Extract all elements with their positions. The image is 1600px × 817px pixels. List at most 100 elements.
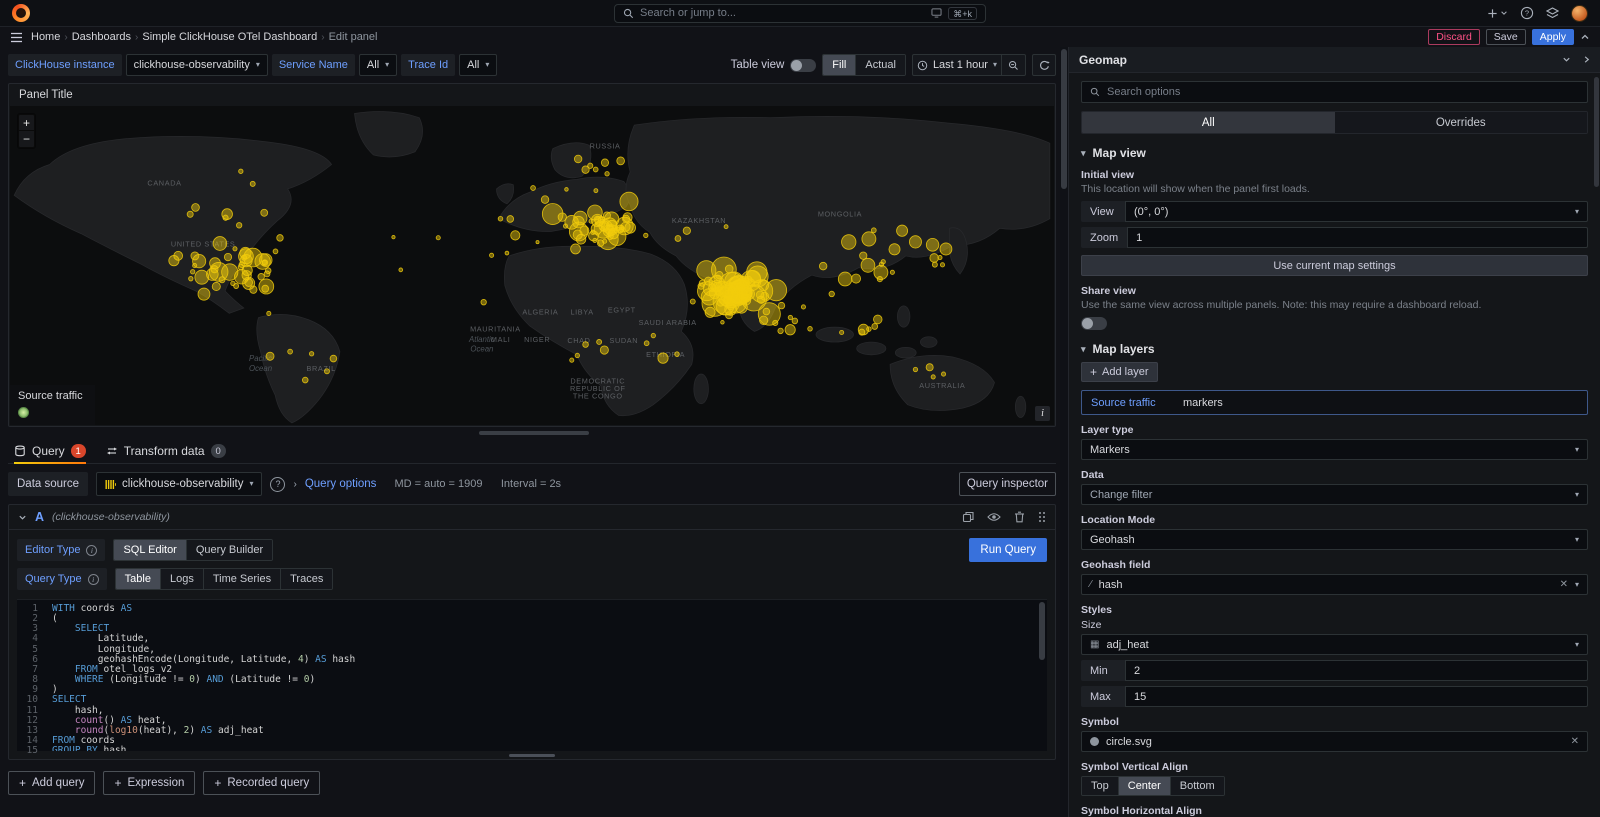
clickhouse-instance-select[interactable]: clickhouse-observability ▾ <box>126 54 268 76</box>
map-marker[interactable] <box>625 222 636 233</box>
map-marker[interactable] <box>266 352 274 360</box>
map-marker[interactable] <box>563 224 567 228</box>
map-marker[interactable] <box>236 223 241 229</box>
map-marker[interactable] <box>819 262 827 270</box>
share-view-toggle[interactable] <box>1081 317 1107 330</box>
map-marker[interactable] <box>675 352 680 357</box>
map-marker[interactable] <box>909 236 921 248</box>
map-marker[interactable] <box>930 254 939 263</box>
hide-response-icon[interactable] <box>987 512 1001 522</box>
map-marker[interactable] <box>594 216 601 223</box>
map-marker[interactable] <box>589 219 593 223</box>
map-marker[interactable] <box>926 238 939 251</box>
map-marker[interactable] <box>729 277 740 289</box>
valign-top[interactable]: Top <box>1082 777 1119 795</box>
map-marker[interactable] <box>606 225 617 236</box>
map-marker[interactable] <box>224 253 231 260</box>
map-marker[interactable] <box>867 327 872 332</box>
map-marker[interactable] <box>690 299 695 304</box>
map-marker[interactable] <box>889 244 900 255</box>
map-marker[interactable] <box>330 355 337 362</box>
map-marker[interactable] <box>601 159 608 166</box>
query-type-timeseries[interactable]: Time Series <box>204 569 281 589</box>
map-marker[interactable] <box>890 270 894 274</box>
map-marker[interactable] <box>872 323 878 329</box>
query-builder-option[interactable]: Query Builder <box>187 540 272 560</box>
panel-title[interactable]: Panel Title <box>9 84 1055 106</box>
map-marker[interactable] <box>605 172 609 176</box>
grafana-logo-icon[interactable] <box>12 4 30 22</box>
map-marker[interactable] <box>277 235 283 242</box>
valign-center[interactable]: Center <box>1119 777 1171 795</box>
map-marker[interactable] <box>198 288 210 300</box>
datasource-help-icon[interactable]: ? <box>270 477 285 492</box>
map-marker[interactable] <box>852 274 861 283</box>
map-marker[interactable] <box>558 213 566 222</box>
min-input[interactable]: 2 <box>1125 660 1588 681</box>
tab-query[interactable]: Query 1 <box>14 444 86 463</box>
map-marker[interactable] <box>785 325 795 335</box>
max-input[interactable]: 15 <box>1125 686 1588 707</box>
map-marker[interactable] <box>617 157 625 165</box>
map-marker[interactable] <box>808 326 813 331</box>
clear-icon[interactable]: ✕ <box>1560 579 1568 590</box>
sql-editor[interactable]: 123456789101112131415 WITH coords AS( SE… <box>17 599 1047 751</box>
map-marker[interactable] <box>575 353 579 357</box>
map-marker[interactable] <box>861 258 875 272</box>
map-marker[interactable] <box>187 211 193 217</box>
map-marker[interactable] <box>871 228 876 233</box>
map-marker[interactable] <box>743 294 751 302</box>
map-marker[interactable] <box>324 369 329 374</box>
map-marker[interactable] <box>859 329 865 335</box>
query-options-link[interactable]: Query options <box>305 478 377 490</box>
map-marker[interactable] <box>715 287 724 296</box>
map-marker[interactable] <box>838 272 852 286</box>
map-marker[interactable] <box>261 209 268 216</box>
map-marker[interactable] <box>651 333 655 337</box>
map-marker[interactable] <box>716 271 723 278</box>
map-marker[interactable] <box>582 166 589 173</box>
chevron-down-icon[interactable] <box>18 513 27 522</box>
editor-resize-handle[interactable] <box>9 751 1055 759</box>
map-marker[interactable] <box>212 282 220 290</box>
map-marker[interactable] <box>721 320 725 324</box>
geohash-field-select[interactable]: ∕ hash ✕ ▾ <box>1081 574 1588 595</box>
hamburger-menu-icon[interactable] <box>10 32 23 43</box>
map-marker[interactable] <box>725 265 733 273</box>
breadcrumb-home[interactable]: Home <box>31 31 60 43</box>
map-marker[interactable] <box>873 315 882 324</box>
map-marker[interactable] <box>589 231 599 241</box>
map-marker[interactable] <box>773 320 778 325</box>
map-marker[interactable] <box>759 316 767 325</box>
map-marker[interactable] <box>288 349 293 354</box>
map-marker[interactable] <box>756 291 764 299</box>
discard-button[interactable]: Discard <box>1428 29 1480 45</box>
map-marker[interactable] <box>243 277 255 289</box>
table-view-toggle[interactable] <box>790 59 816 72</box>
map-marker[interactable] <box>788 315 792 319</box>
map-zoom-in-button[interactable]: + <box>19 115 34 131</box>
map-marker[interactable] <box>724 225 728 229</box>
query-type-table[interactable]: Table <box>116 569 161 589</box>
map-marker[interactable] <box>658 353 668 363</box>
map-marker[interactable] <box>683 227 690 234</box>
map-marker[interactable] <box>941 372 945 376</box>
map-marker[interactable] <box>244 248 262 267</box>
map-marker[interactable] <box>302 377 308 383</box>
map-marker[interactable] <box>565 188 569 192</box>
query-card-header[interactable]: A (clickhouse-observability) <box>9 505 1055 530</box>
editor-scrollbar[interactable] <box>1060 47 1068 817</box>
map-marker[interactable] <box>239 169 243 173</box>
map-marker[interactable] <box>576 234 586 244</box>
map-marker[interactable] <box>511 231 520 240</box>
map-marker[interactable] <box>593 167 598 172</box>
collapse-options-icon[interactable] <box>1580 33 1590 41</box>
size-field-select[interactable]: ▦ adj_heat ▾ <box>1081 634 1588 655</box>
map-marker[interactable] <box>191 270 195 274</box>
map-marker[interactable] <box>169 255 179 265</box>
map-marker[interactable] <box>600 346 608 354</box>
symbol-select[interactable]: circle.svg ✕ <box>1081 731 1588 752</box>
map-marker[interactable] <box>597 339 602 344</box>
refresh-button[interactable] <box>1032 54 1056 76</box>
clear-icon[interactable]: ✕ <box>1571 736 1579 747</box>
